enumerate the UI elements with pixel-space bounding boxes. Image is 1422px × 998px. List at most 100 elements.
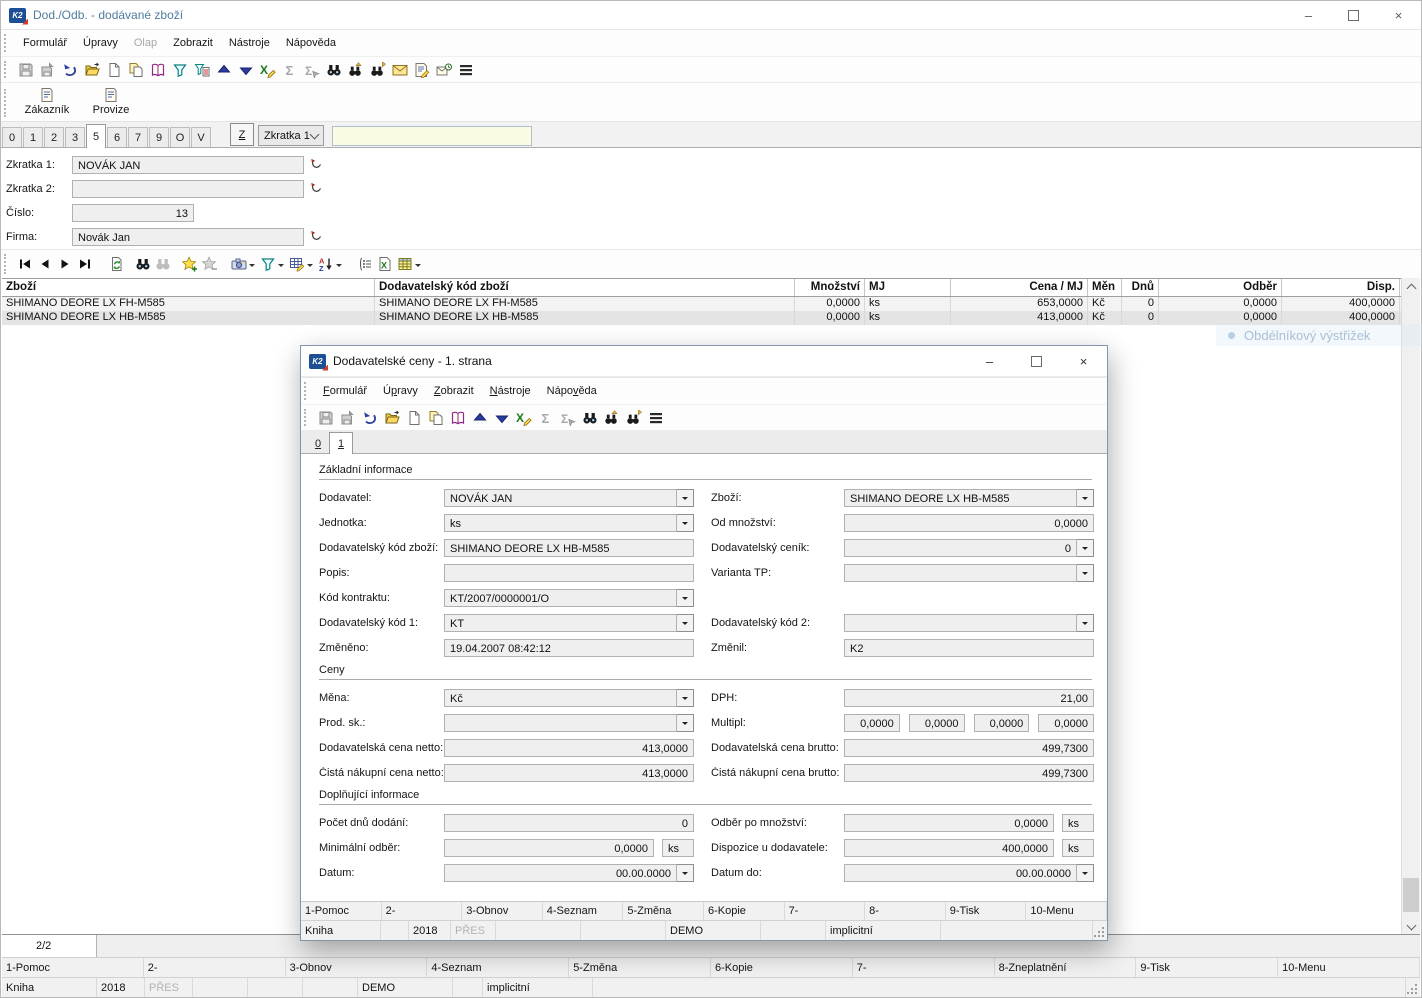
menubar-grip[interactable] bbox=[4, 34, 9, 52]
field-dodavatelsky-kod-1-input[interactable]: KT bbox=[444, 614, 677, 632]
find-previous-button[interactable] bbox=[345, 59, 367, 81]
dialog-maximize-icon[interactable] bbox=[1013, 346, 1060, 376]
refresh-record-button[interactable] bbox=[107, 253, 127, 275]
table-view-button[interactable] bbox=[395, 253, 415, 275]
sum-button[interactable]: Σ bbox=[535, 407, 557, 429]
function-key-7[interactable]: 7- bbox=[785, 902, 866, 920]
field-multipl-input[interactable]: 0,0000 bbox=[974, 714, 1030, 732]
find-button[interactable] bbox=[579, 407, 601, 429]
page-tab-1[interactable]: 1 bbox=[23, 127, 43, 147]
move-up-button[interactable] bbox=[213, 59, 235, 81]
sort-az-button[interactable]: AZ bbox=[316, 253, 336, 275]
previous-record-button[interactable] bbox=[35, 253, 55, 275]
zbozi-dropdown-button[interactable] bbox=[1077, 489, 1094, 507]
field-varianta-tp-input[interactable] bbox=[844, 564, 1077, 582]
page-tab-3[interactable]: 3 bbox=[65, 127, 85, 147]
field-jednotka-input[interactable]: ks bbox=[444, 514, 677, 532]
dodavatel-dropdown-button[interactable] bbox=[677, 489, 694, 507]
function-key-3[interactable]: 3-Obnov bbox=[286, 958, 428, 977]
function-key-1[interactable]: 1-Pomoc bbox=[2, 958, 144, 977]
snapshot-dropdown-icon[interactable] bbox=[249, 264, 255, 270]
copy-button[interactable] bbox=[425, 407, 447, 429]
table-view-dropdown-icon[interactable] bbox=[415, 264, 421, 270]
dialog-toolbar-grip[interactable] bbox=[304, 409, 309, 426]
column-header-mnozstvi[interactable]: Množství bbox=[795, 279, 865, 296]
function-key-2[interactable]: 2- bbox=[382, 902, 463, 920]
column-header-men[interactable]: Měn bbox=[1088, 279, 1122, 296]
field-mena-input[interactable]: Kč bbox=[444, 689, 677, 707]
filter-list-button[interactable] bbox=[191, 59, 213, 81]
function-key-5[interactable]: 5-Změna bbox=[623, 902, 704, 920]
scroll-down-icon[interactable] bbox=[1402, 918, 1420, 935]
save-button[interactable] bbox=[315, 407, 337, 429]
sum-export-button[interactable]: Σ bbox=[301, 59, 323, 81]
find-next-button[interactable] bbox=[367, 59, 389, 81]
function-key-2[interactable]: 2- bbox=[144, 958, 286, 977]
function-key-8[interactable]: 8-Zneplatnění bbox=[995, 958, 1137, 977]
find-disabled-button[interactable] bbox=[153, 253, 173, 275]
new-document-button[interactable] bbox=[403, 407, 425, 429]
column-header-cena-mj[interactable]: Cena / MJ bbox=[951, 279, 1088, 296]
varianta-tp-dropdown-button[interactable] bbox=[1077, 564, 1094, 582]
field-dodavatelska-cena-brutto-input[interactable]: 499,7300 bbox=[844, 739, 1094, 757]
column-header-zbozi[interactable]: Zboží bbox=[2, 279, 375, 296]
field-prod-sk-input[interactable] bbox=[444, 714, 677, 732]
field-cista-nakupni-cena-brutto-input[interactable]: 499,7300 bbox=[844, 764, 1094, 782]
scrollbar-thumb[interactable] bbox=[1403, 878, 1419, 912]
find-next-button[interactable] bbox=[623, 407, 645, 429]
open-button[interactable] bbox=[381, 407, 403, 429]
notes-edit-button[interactable] bbox=[411, 59, 433, 81]
dialog-tab-1[interactable]: 1 bbox=[329, 432, 353, 454]
dialog-minimize-icon[interactable]: – bbox=[966, 346, 1013, 376]
field-firma-input[interactable]: Novák Jan bbox=[72, 228, 304, 246]
function-key-9[interactable]: 9-Tisk bbox=[1136, 958, 1278, 977]
catalog-book-button[interactable] bbox=[147, 59, 169, 81]
field-multipl-input[interactable]: 0,0000 bbox=[1038, 714, 1094, 732]
page-tab-V[interactable]: V bbox=[191, 127, 211, 147]
function-key-6[interactable]: 6-Kopie bbox=[711, 958, 853, 977]
close-icon[interactable]: × bbox=[1376, 1, 1421, 29]
field-multipl-input[interactable]: 0,0000 bbox=[909, 714, 965, 732]
move-up-button[interactable] bbox=[469, 407, 491, 429]
field-cislo-input[interactable]: 13 bbox=[72, 204, 194, 222]
undo-button[interactable] bbox=[59, 59, 81, 81]
column-list-button[interactable] bbox=[355, 253, 375, 275]
function-key-3[interactable]: 3-Obnov bbox=[462, 902, 543, 920]
function-key-4[interactable]: 4-Seznam bbox=[427, 958, 569, 977]
field-cista-nakupni-cena-netto-input[interactable]: 413,0000 bbox=[444, 764, 694, 782]
field-zkratka-1-input[interactable]: NOVÁK JAN bbox=[72, 156, 304, 174]
sort-az-dropdown-icon[interactable] bbox=[336, 264, 342, 270]
find-button[interactable] bbox=[323, 59, 345, 81]
field-kod-kontraktu-input[interactable]: KT/2007/0000001/O bbox=[444, 589, 677, 607]
field-datum-input[interactable]: 00.00.0000 bbox=[444, 864, 677, 882]
function-key-10[interactable]: 10-Menu bbox=[1026, 902, 1107, 920]
first-record-button[interactable] bbox=[15, 253, 35, 275]
copy-button[interactable] bbox=[125, 59, 147, 81]
save-button[interactable] bbox=[15, 59, 37, 81]
last-record-button[interactable] bbox=[75, 253, 95, 275]
dialog-tab-0[interactable]: 0 bbox=[307, 435, 329, 453]
sum-export-button[interactable]: Σ bbox=[557, 407, 579, 429]
find-button[interactable] bbox=[133, 253, 153, 275]
move-down-button[interactable] bbox=[235, 59, 257, 81]
filter-button[interactable] bbox=[169, 59, 191, 81]
search-field-selector[interactable]: Zkratka 1 bbox=[258, 125, 324, 146]
bookmark-remove-button[interactable] bbox=[199, 253, 219, 275]
menu-formular[interactable]: Formulář bbox=[315, 378, 375, 404]
z-button[interactable]: Z bbox=[230, 123, 254, 146]
quick-search-input[interactable] bbox=[332, 126, 532, 146]
resize-grip[interactable] bbox=[1093, 921, 1107, 940]
excel-edit-button[interactable]: X bbox=[257, 59, 279, 81]
maximize-icon[interactable] bbox=[1331, 1, 1376, 29]
field-zbozi-input[interactable]: SHIMANO DEORE LX HB-M585 bbox=[844, 489, 1077, 507]
menu-zobrazit[interactable]: Zobrazit bbox=[426, 378, 482, 404]
datum-dropdown-button[interactable] bbox=[677, 864, 694, 882]
export-excel-button[interactable]: X bbox=[375, 253, 395, 275]
move-down-button[interactable] bbox=[491, 407, 513, 429]
field-pocet-dnu-dodani-input[interactable]: 0 bbox=[444, 814, 694, 832]
menu-zobrazit[interactable]: Zobrazit bbox=[165, 30, 221, 56]
function-key-8[interactable]: 8- bbox=[865, 902, 946, 920]
page-tab-7[interactable]: 7 bbox=[128, 127, 148, 147]
field-dodavatel-input[interactable]: NOVÁK JAN bbox=[444, 489, 677, 507]
filter-button[interactable] bbox=[258, 253, 278, 275]
